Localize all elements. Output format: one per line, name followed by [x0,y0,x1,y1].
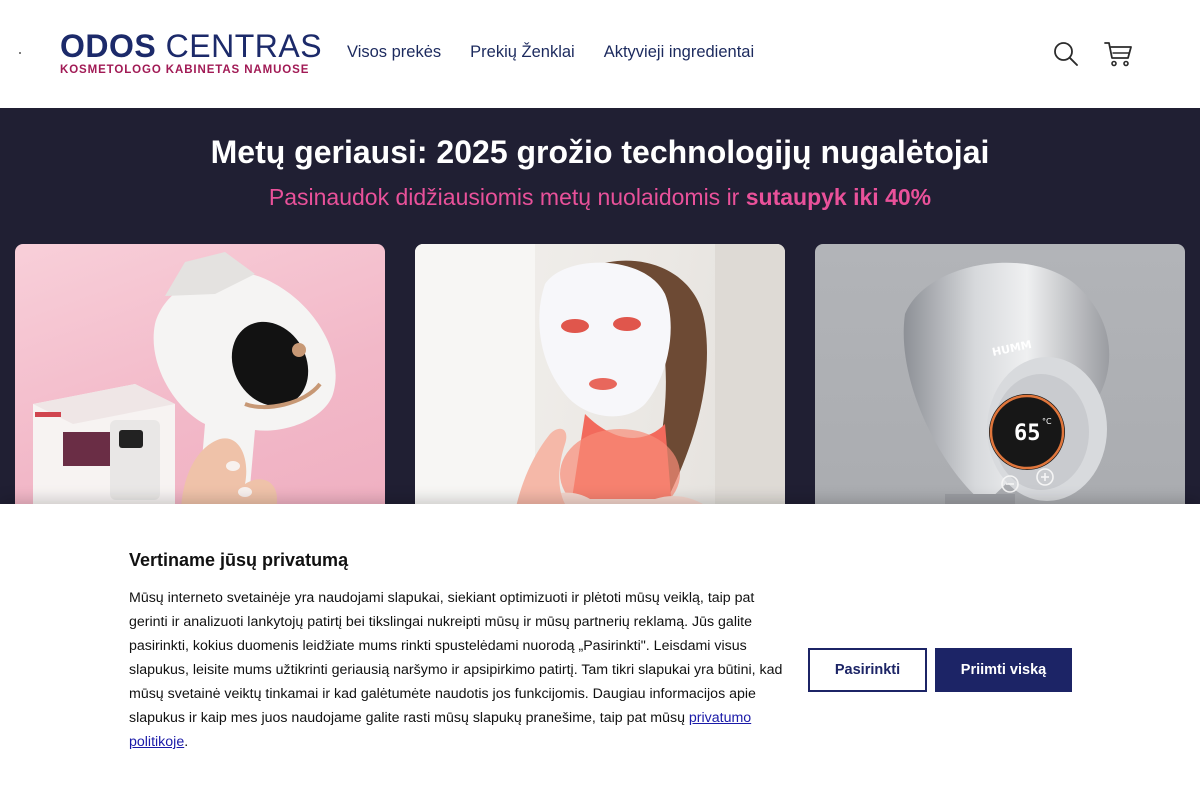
hero-subtitle-text: Pasinaudok didžiausiomis metų nuolaidomi… [268,184,746,210]
nav-item-brands[interactable]: Prekių Ženklai [470,43,575,62]
nav-item-active-ingredients[interactable]: Aktyvieji ingredientai [604,43,754,62]
logo-wordmark: ODOS CENTRAS [60,28,322,64]
product-card-silver-device[interactable]: HUMM 65 °C [815,244,1185,544]
hero-subtitle: Pasinaudok didžiausiomis metų nuolaidomi… [0,184,1200,211]
logo-word-centras: CENTRAS [165,28,323,64]
accept-all-button[interactable]: Priimti viską [935,648,1072,692]
product-card-led-mask[interactable] [415,244,785,544]
site-header: ODOS CENTRAS KOSMETOLOGO KABINETAS NAMUO… [0,0,1200,108]
cookie-text-end: . [184,734,189,750]
cookie-description: Mūsų interneto svetainėje yra naudojami … [129,586,789,754]
main-nav: Visos prekės Prekių Ženklai Aktyvieji in… [347,43,754,62]
led-mask-image [415,244,785,544]
hero-subtitle-highlight: sutaupyk iki 40% [745,184,932,210]
hero-title: Metų geriausi: 2025 grožio technologijų … [210,134,990,170]
cookie-consent-banner: Vertiname jūsų privatumą Mūsų interneto … [0,504,1200,800]
decorative-dot [19,52,21,54]
choose-cookies-button[interactable]: Pasirinkti [808,648,927,692]
search-button[interactable] [1050,38,1082,70]
device-display-value: 65 [1014,421,1041,446]
logo-tagline: KOSMETOLOGO KABINETAS NAMUOSE [60,64,310,76]
cookie-text-body: Mūsų interneto svetainėje yra naudojami … [129,590,783,726]
product-card-ipl-device[interactable] [15,244,385,544]
silver-device-image: HUMM 65 °C [903,262,1110,544]
nav-item-all-products[interactable]: Visos prekės [347,43,441,62]
cart-button[interactable] [1102,38,1134,70]
search-icon [1054,42,1078,66]
site-logo[interactable]: ODOS CENTRAS KOSMETOLOGO KABINETAS NAMUO… [60,28,322,76]
device-display-unit: °C [1042,417,1052,426]
ipl-device-image [33,252,336,544]
logo-word-odos: ODOS [60,28,157,64]
cart-icon [1104,42,1132,67]
cookie-title: Vertiname jūsų privatumą [129,550,349,570]
